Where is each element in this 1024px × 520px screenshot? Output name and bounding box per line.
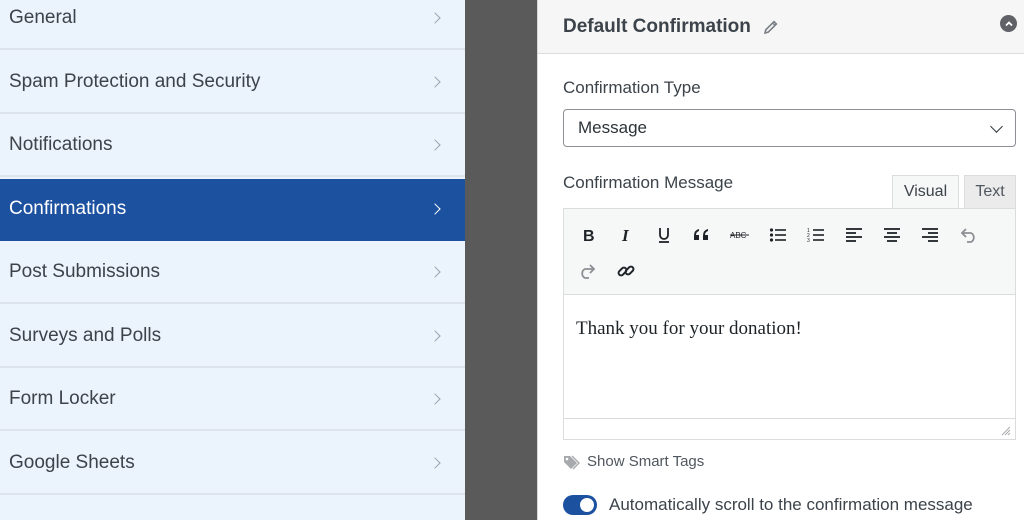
confirmation-message-label: Confirmation Message — [563, 173, 734, 192]
sidebar-item-label: General — [9, 7, 77, 28]
sidebar-item-post-submissions[interactable]: Post Submissions — [0, 242, 465, 304]
sidebar-item-notifications[interactable]: Notifications — [0, 115, 465, 177]
chevron-right-icon — [429, 266, 441, 278]
numbered-list-icon[interactable]: 123 — [802, 221, 830, 249]
sidebar-item-confirmations[interactable]: Confirmations — [0, 179, 465, 241]
panel-divider — [465, 0, 537, 520]
tab-visual[interactable]: Visual — [892, 175, 959, 209]
sidebar-item-general[interactable]: General — [0, 0, 465, 50]
sidebar-item-spam-protection[interactable]: Spam Protection and Security — [0, 52, 465, 114]
sidebar-item-form-locker[interactable]: Form Locker — [0, 369, 465, 431]
sidebar-item-label: Notifications — [9, 134, 113, 155]
align-center-icon[interactable] — [878, 221, 906, 249]
tab-text[interactable]: Text — [964, 175, 1016, 209]
auto-scroll-row: Automatically scroll to the confirmation… — [563, 495, 973, 515]
tags-icon — [564, 455, 580, 469]
link-icon[interactable] — [612, 257, 640, 285]
pencil-icon[interactable] — [763, 19, 779, 35]
blockquote-icon[interactable] — [688, 221, 716, 249]
chevron-right-icon — [429, 393, 441, 405]
confirmation-type-label: Confirmation Type — [563, 78, 701, 97]
auto-scroll-label: Automatically scroll to the confirmation… — [609, 495, 973, 514]
sidebar-item-label: Surveys and Polls — [9, 325, 162, 346]
chevron-right-icon — [429, 457, 441, 469]
chevron-down-icon — [990, 120, 1003, 133]
settings-sidebar: General Spam Protection and Security Not… — [0, 0, 465, 520]
panel-header: Default Confirmation — [538, 0, 1024, 54]
smart-tags-label: Show Smart Tags — [587, 453, 705, 470]
rich-text-editor: B I ABC 123 Thank you for your donation! — [563, 208, 1016, 440]
selected-value: Message — [578, 118, 647, 137]
italic-icon[interactable]: I — [612, 221, 640, 249]
sidebar-item-label: Form Locker — [9, 388, 116, 409]
bulleted-list-icon[interactable] — [764, 221, 792, 249]
chevron-right-icon — [429, 139, 441, 151]
align-left-icon[interactable] — [840, 221, 868, 249]
collapse-button[interactable] — [1000, 15, 1017, 32]
show-smart-tags-link[interactable]: Show Smart Tags — [563, 453, 704, 470]
chevron-right-icon — [429, 12, 441, 24]
redo-icon[interactable] — [574, 257, 602, 285]
undo-icon[interactable] — [954, 221, 982, 249]
chevron-right-icon — [429, 330, 441, 342]
bold-icon[interactable]: B — [574, 221, 602, 249]
svg-text:3: 3 — [807, 238, 810, 243]
confirmation-type-select[interactable]: Message — [563, 109, 1016, 147]
sidebar-item-label: Spam Protection and Security — [9, 71, 261, 92]
svg-text:B: B — [583, 228, 595, 243]
sidebar-item-label: Post Submissions — [9, 261, 161, 282]
chevron-right-icon — [429, 76, 441, 88]
underline-icon[interactable] — [650, 221, 678, 249]
panel-title: Default Confirmation — [563, 15, 751, 37]
sidebar-item-surveys-polls[interactable]: Surveys and Polls — [0, 306, 465, 368]
sidebar-item-label: Confirmations — [9, 198, 127, 219]
editor-toolbar: B I ABC 123 — [564, 209, 1015, 295]
sidebar-item-google-sheets[interactable]: Google Sheets — [0, 433, 465, 495]
editor-content[interactable]: Thank you for your donation! — [564, 296, 1015, 418]
auto-scroll-toggle[interactable] — [563, 495, 597, 515]
svg-text:I: I — [621, 227, 630, 243]
resize-handle-icon[interactable] — [1001, 426, 1011, 436]
confirmation-panel: Default Confirmation Confirmation Type M… — [537, 0, 1024, 520]
sidebar-item-label: Google Sheets — [9, 452, 135, 473]
chevron-right-icon — [429, 203, 441, 215]
chevron-up-icon — [1004, 20, 1013, 26]
align-right-icon[interactable] — [916, 221, 944, 249]
editor-statusbar — [564, 418, 1015, 439]
strikethrough-icon[interactable]: ABC — [726, 221, 754, 249]
